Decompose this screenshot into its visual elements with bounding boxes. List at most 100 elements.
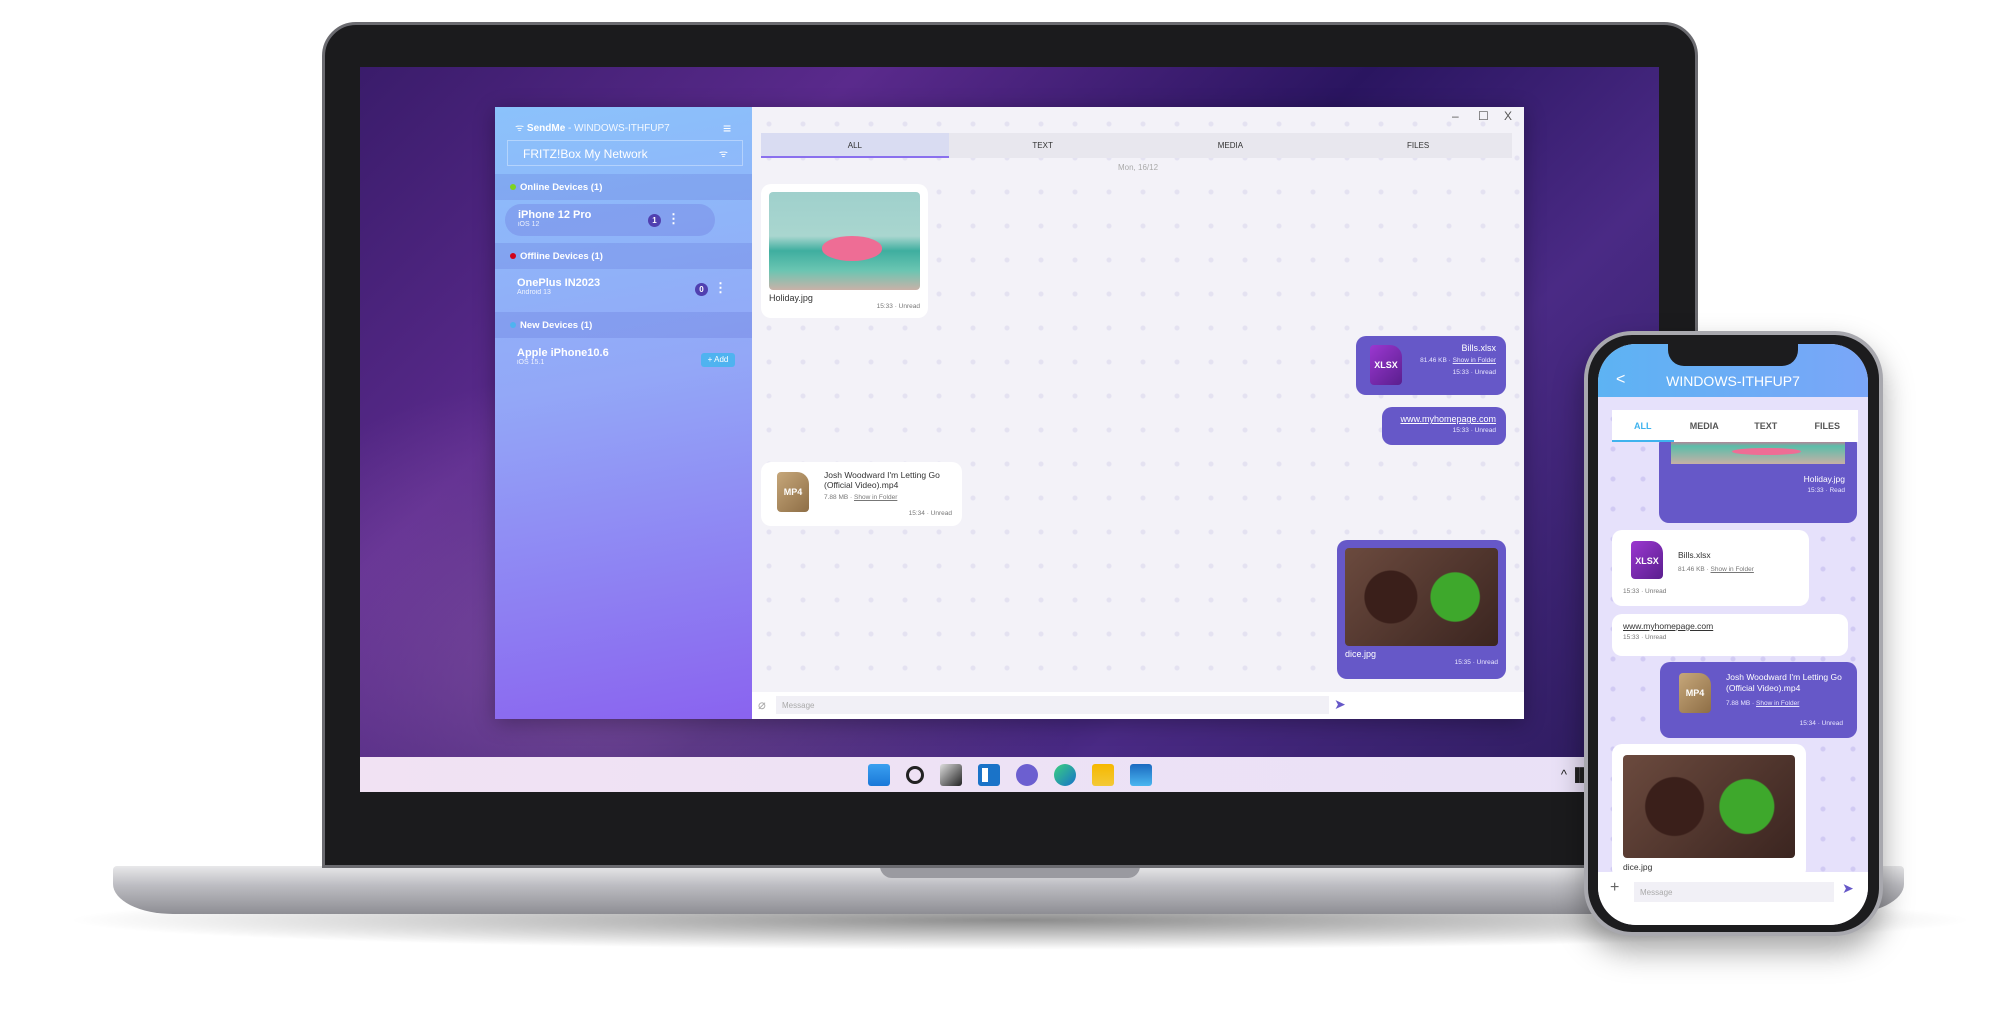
phone-tab-text[interactable]: TEXT: [1735, 410, 1797, 442]
send-icon[interactable]: ➤: [1842, 880, 1854, 897]
add-attachment-icon[interactable]: +: [1610, 879, 1619, 897]
tab-text[interactable]: TEXT: [949, 133, 1137, 158]
file-explorer-icon[interactable]: [1091, 763, 1114, 786]
file-name: Bills.xlsx: [1678, 550, 1711, 560]
message-bills[interactable]: XLSX Bills.xlsx 81.46 KB · Show in Folde…: [1356, 336, 1506, 395]
url-link[interactable]: www.myhomepage.com: [1392, 414, 1496, 424]
file-name: Holiday.jpg: [769, 293, 813, 303]
message-dice[interactable]: dice.jpg 15:35 · Unread: [1337, 540, 1506, 679]
edge-icon[interactable]: [1053, 763, 1076, 786]
file-name: Bills.xlsx: [1461, 343, 1496, 353]
filter-tabs: ALL TEXT MEDIA FILES: [761, 133, 1512, 158]
phone-message-input[interactable]: Message: [1634, 882, 1834, 902]
show-in-folder-link[interactable]: Show in Folder: [1711, 566, 1754, 573]
new-dot-icon: [510, 322, 516, 328]
mp4-file-icon: MP4: [1679, 673, 1711, 713]
message-holiday[interactable]: Holiday.jpg 15:33 · Unread: [761, 184, 928, 318]
section-offline: Offline Devices (1): [495, 243, 752, 269]
xlsx-file-icon: XLSX: [1370, 345, 1402, 385]
file-name: Holiday.jpg: [1803, 474, 1845, 484]
phone-title: WINDOWS-ITHFUP7: [1666, 373, 1800, 389]
file-size: 81.46 KB: [1678, 566, 1705, 573]
send-icon[interactable]: ➤: [1334, 696, 1346, 713]
message-link: www.myhomepage.com 15:33 · Unread: [1382, 407, 1506, 445]
phone-message-bills[interactable]: XLSX Bills.xlsx 81.46 KB · Show in Folde…: [1612, 530, 1809, 606]
device-apple-iphone[interactable]: Apple iPhone10.6 iOS 15.1 + Add: [495, 339, 752, 381]
attach-icon[interactable]: ⌀: [758, 697, 766, 713]
message-input[interactable]: Message: [776, 696, 1329, 714]
message-meta: 15:35 · Unread: [1454, 659, 1498, 666]
date-separator: Mon, 16/12: [1117, 163, 1159, 172]
tab-files[interactable]: FILES: [1324, 133, 1512, 158]
show-in-folder-link[interactable]: Show in Folder: [1756, 700, 1799, 707]
compose-bar: ⌀ Message ➤: [752, 692, 1524, 719]
message-meta: 15:34 · Unread: [908, 510, 952, 517]
device-oneplus[interactable]: OnePlus IN2023 Android 13 0 ⋮: [495, 269, 752, 311]
phone-compose-bar: + Message ➤: [1598, 872, 1868, 925]
message-meta: 15:33 · Unread: [876, 303, 920, 310]
message-meta: 15:33 · Unread: [1623, 634, 1667, 641]
phone-tab-all[interactable]: ALL: [1612, 410, 1674, 442]
phone-message-holiday[interactable]: Holiday.jpg 15:33 · Read: [1659, 434, 1857, 523]
section-new: New Devices (1): [495, 312, 752, 338]
phone-notch: [1668, 344, 1798, 366]
teams-chat-icon[interactable]: [1015, 763, 1038, 786]
network-selector[interactable]: FRITZ!Box My Network ᯤ: [507, 140, 743, 166]
wifi-icon: ᯤ: [515, 123, 527, 134]
phone-message-dice[interactable]: dice.jpg: [1612, 744, 1806, 879]
show-in-folder-link[interactable]: Show in Folder: [854, 494, 897, 501]
tab-media[interactable]: MEDIA: [1137, 133, 1325, 158]
minimize-button[interactable]: –: [1452, 109, 1459, 123]
phone-tabs: ALL MEDIA TEXT FILES: [1612, 410, 1858, 442]
dice-image[interactable]: [1345, 548, 1498, 646]
show-in-folder-link[interactable]: Show in Folder: [1453, 357, 1496, 364]
message-video[interactable]: MP4 Josh Woodward I'm Letting Go (Offici…: [761, 462, 962, 526]
file-name: dice.jpg: [1345, 649, 1377, 659]
phone-tab-media[interactable]: MEDIA: [1674, 410, 1736, 442]
file-size: 7.88 MB: [824, 494, 849, 501]
widgets-icon[interactable]: [977, 763, 1000, 786]
sidebar: ᯤ SendMe - WINDOWS-ITHFUP7 ≡ FRITZ!Box M…: [495, 107, 752, 719]
phone-message-link: www.myhomepage.com 15:33 · Unread: [1612, 614, 1848, 656]
unread-badge: 0: [695, 283, 708, 296]
device-iphone-12-pro[interactable]: iPhone 12 Pro iOS 12 1 ⋮: [505, 204, 715, 236]
dice-image[interactable]: [1623, 755, 1795, 858]
section-online: Online Devices (1): [495, 174, 752, 200]
unread-badge: 1: [648, 214, 661, 227]
phone-message-video[interactable]: MP4 Josh Woodward I'm Letting Go (Offici…: [1660, 662, 1857, 738]
menu-icon[interactable]: ≡: [723, 120, 731, 136]
file-name: dice.jpg: [1623, 862, 1653, 872]
sendme-window: ᯤ SendMe - WINDOWS-ITHFUP7 ≡ FRITZ!Box M…: [495, 107, 1524, 719]
url-link[interactable]: www.myhomepage.com: [1623, 621, 1837, 631]
tab-all[interactable]: ALL: [761, 133, 949, 158]
message-meta: 15:33 · Read: [1807, 487, 1845, 494]
search-icon[interactable]: [905, 765, 924, 784]
app-title: ᯤ SendMe - WINDOWS-ITHFUP7: [515, 123, 670, 134]
file-size: 7.88 MB: [1726, 700, 1751, 707]
laptop-screen: ᯤ SendMe - WINDOWS-ITHFUP7 ≡ FRITZ!Box M…: [360, 67, 1659, 792]
flamingo-image[interactable]: [769, 192, 920, 290]
offline-dot-icon: [510, 253, 516, 259]
message-meta: 15:34 · Unread: [1799, 720, 1843, 727]
message-meta: 15:33 · Unread: [1623, 588, 1667, 595]
start-icon[interactable]: [867, 763, 890, 786]
online-dot-icon: [510, 184, 516, 190]
xlsx-file-icon: XLSX: [1631, 541, 1663, 579]
mail-icon[interactable]: [1129, 763, 1152, 786]
message-meta: 15:33 · Unread: [1452, 369, 1496, 376]
taskbar: [360, 757, 1659, 792]
more-options-icon[interactable]: ⋮: [667, 212, 680, 225]
message-meta: 15:33 · Unread: [1452, 427, 1496, 434]
close-button[interactable]: X: [1504, 109, 1512, 123]
file-size: 81.46 KB: [1420, 357, 1447, 364]
file-name: Josh Woodward I'm Letting Go (Official V…: [1726, 672, 1842, 693]
wifi-icon: ᯤ: [718, 149, 728, 160]
maximize-button[interactable]: ☐: [1478, 109, 1489, 123]
chat-panel: – ☐ X ALL TEXT MEDIA FILES Mon, 16/12 Ho…: [752, 107, 1524, 719]
mp4-file-icon: MP4: [777, 472, 809, 512]
task-view-icon[interactable]: [939, 763, 962, 786]
phone-tab-files[interactable]: FILES: [1797, 410, 1859, 442]
more-options-icon[interactable]: ⋮: [714, 281, 727, 294]
add-device-button[interactable]: + Add: [701, 353, 735, 367]
phone-screen: < WINDOWS-ITHFUP7 Holiday.jpg 15:33 · Re…: [1598, 344, 1868, 925]
